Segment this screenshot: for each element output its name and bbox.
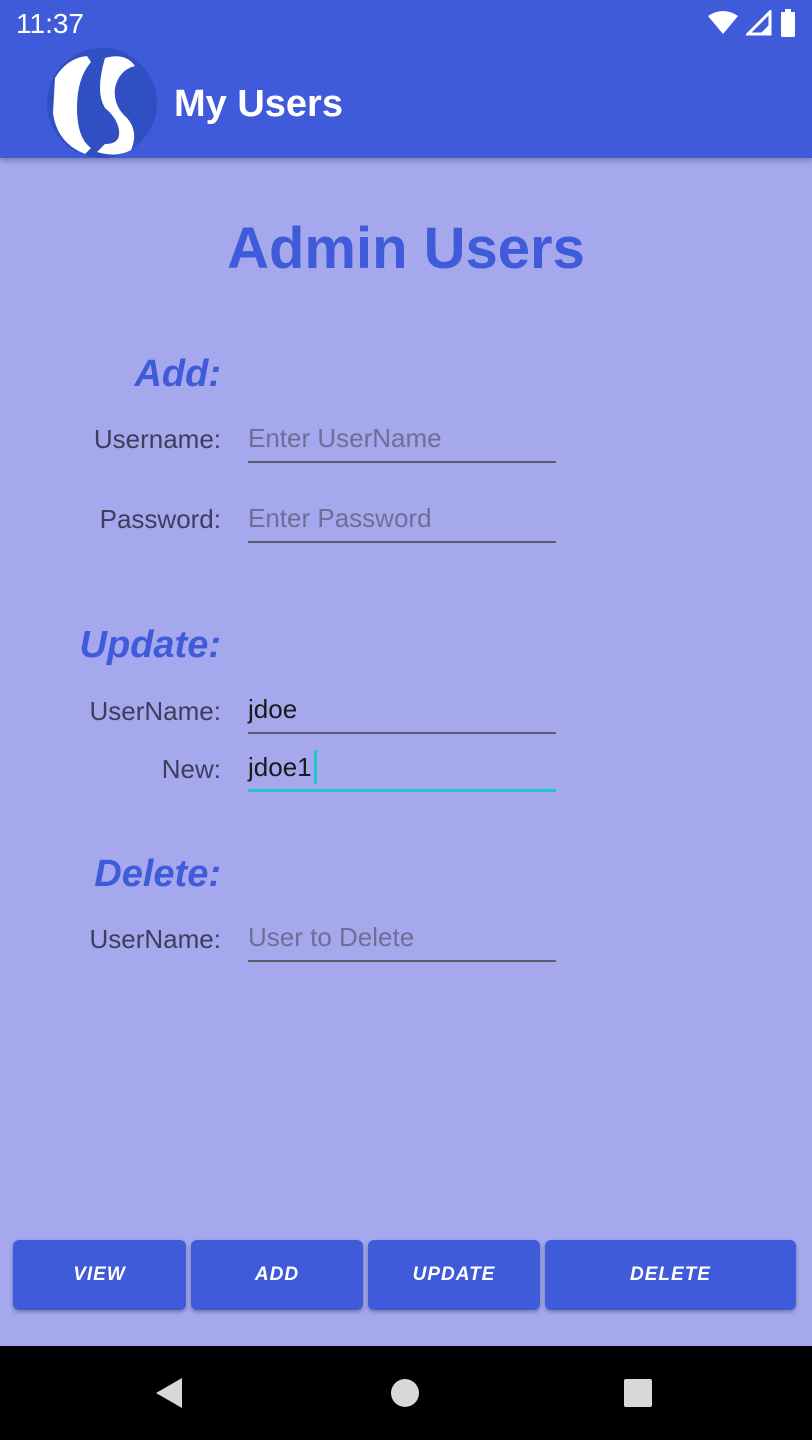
- navigation-bar: [0, 1346, 812, 1440]
- app-title: My Users: [174, 83, 343, 125]
- add-username-field[interactable]: Enter UserName: [248, 417, 556, 463]
- update-section-title: Update:: [79, 624, 221, 666]
- update-username-field[interactable]: jdoe: [248, 688, 556, 734]
- cellular-signal-icon: [746, 10, 772, 36]
- add-section-title: Add:: [134, 353, 221, 395]
- update-new-value: jdoe1: [248, 752, 312, 782]
- update-button[interactable]: UPDATE: [368, 1240, 540, 1310]
- status-bar: 11:37: [0, 0, 812, 48]
- home-button[interactable]: [365, 1346, 445, 1440]
- delete-username-label: UserName:: [89, 924, 221, 954]
- home-icon: [391, 1379, 419, 1407]
- add-button[interactable]: ADD: [191, 1240, 363, 1310]
- update-new-label: New:: [161, 754, 221, 784]
- status-icons: [708, 9, 796, 37]
- delete-section-title: Delete:: [94, 853, 221, 895]
- delete-username-field[interactable]: User to Delete: [248, 916, 556, 962]
- delete-button[interactable]: DELETE: [545, 1240, 796, 1310]
- update-new-username-field[interactable]: jdoe1: [248, 746, 556, 792]
- add-password-placeholder: Enter Password: [248, 503, 432, 533]
- update-username-label: UserName:: [89, 696, 221, 726]
- update-username-value: jdoe: [248, 694, 298, 724]
- add-password-label: Password:: [99, 504, 221, 534]
- add-username-label: Username:: [93, 424, 221, 454]
- battery-icon: [781, 9, 795, 37]
- recents-icon: [624, 1379, 652, 1407]
- view-button[interactable]: VIEW: [13, 1240, 186, 1310]
- app-logo-icon: [47, 48, 157, 158]
- page-title: Admin Users: [227, 216, 585, 281]
- back-button[interactable]: [129, 1346, 209, 1440]
- app-bar: My Users: [0, 48, 812, 158]
- status-time: 11:37: [16, 8, 84, 39]
- update-new-value-wrap: jdoe1: [248, 750, 317, 785]
- add-username-placeholder: Enter UserName: [248, 423, 442, 453]
- text-cursor: [313, 750, 317, 785]
- wifi-icon: [708, 11, 738, 34]
- app-screen: 11:37 My Users Admin Users Add: Username: [0, 0, 812, 1440]
- recents-button[interactable]: [598, 1346, 678, 1440]
- add-password-field[interactable]: Enter Password: [248, 497, 556, 543]
- delete-username-placeholder: User to Delete: [248, 922, 415, 952]
- back-icon: [156, 1378, 182, 1408]
